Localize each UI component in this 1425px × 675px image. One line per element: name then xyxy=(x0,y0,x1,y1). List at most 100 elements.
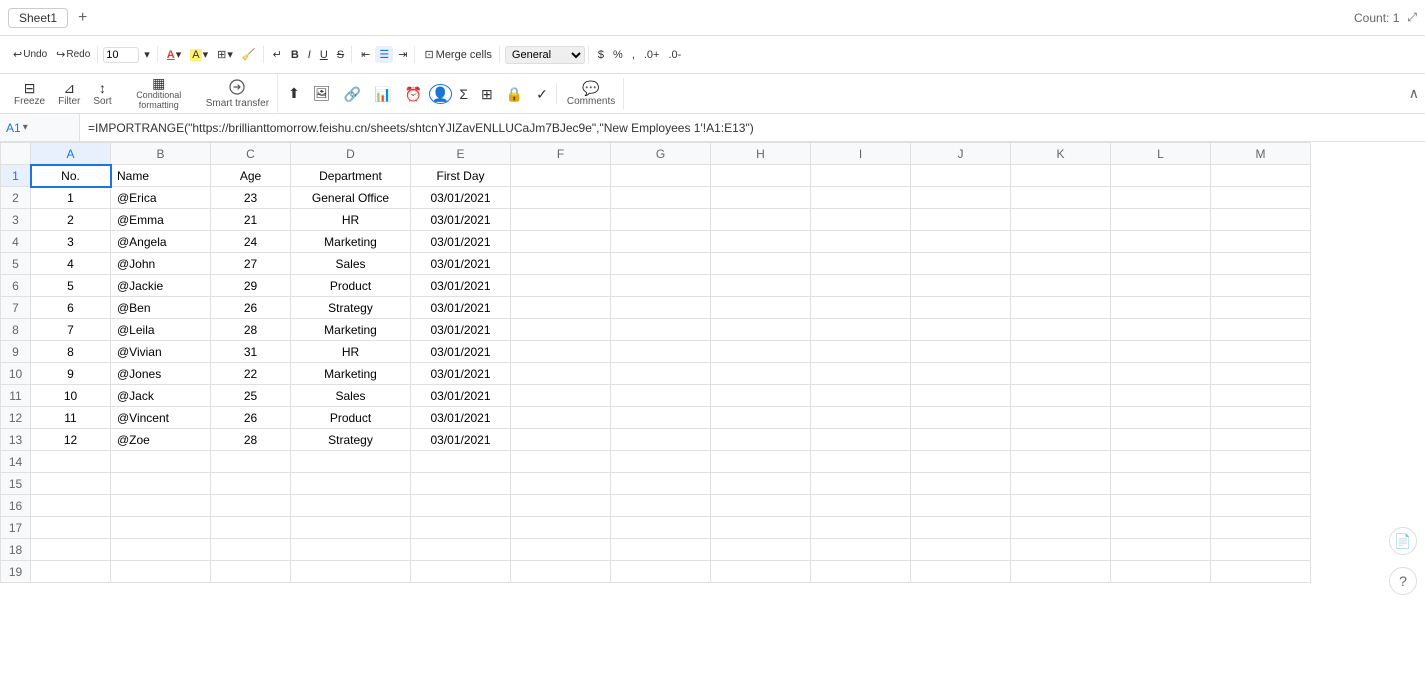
currency-button[interactable]: $ xyxy=(594,47,608,63)
cell-17-F[interactable] xyxy=(511,517,611,539)
bold-button[interactable]: B xyxy=(287,47,303,63)
cell-17-J[interactable] xyxy=(911,517,1011,539)
cell-18-D[interactable] xyxy=(291,539,411,561)
cell-19-D[interactable] xyxy=(291,561,411,583)
cell-3-A[interactable]: 2 xyxy=(31,209,111,231)
cell-15-B[interactable] xyxy=(111,473,211,495)
cell-1-B[interactable]: Name xyxy=(111,165,211,187)
cell-3-G[interactable] xyxy=(611,209,711,231)
cell-4-C[interactable]: 24 xyxy=(211,231,291,253)
cell-2-F[interactable] xyxy=(511,187,611,209)
cell-19-C[interactable] xyxy=(211,561,291,583)
cell-7-G[interactable] xyxy=(611,297,711,319)
cell-2-C[interactable]: 23 xyxy=(211,187,291,209)
cell-8-B[interactable]: @Leila xyxy=(111,319,211,341)
cell-1-A[interactable]: No. xyxy=(31,165,111,187)
col-header-E[interactable]: E xyxy=(411,143,511,165)
row-header-3[interactable]: 3 xyxy=(1,209,31,231)
cell-2-M[interactable] xyxy=(1211,187,1311,209)
cell-6-M[interactable] xyxy=(1211,275,1311,297)
cell-1-J[interactable] xyxy=(911,165,1011,187)
cell-9-M[interactable] xyxy=(1211,341,1311,363)
cell-1-I[interactable] xyxy=(811,165,911,187)
row-header-15[interactable]: 15 xyxy=(1,473,31,495)
cell-10-G[interactable] xyxy=(611,363,711,385)
col-header-L[interactable]: L xyxy=(1111,143,1211,165)
cell-13-L[interactable] xyxy=(1111,429,1211,451)
cell-7-J[interactable] xyxy=(911,297,1011,319)
formula-content[interactable]: =IMPORTRANGE("https://brillianttomorrow.… xyxy=(80,114,1425,141)
cell-6-J[interactable] xyxy=(911,275,1011,297)
col-header-H[interactable]: H xyxy=(711,143,811,165)
row-header-1[interactable]: 1 xyxy=(1,165,31,187)
cell-19-F[interactable] xyxy=(511,561,611,583)
cell-16-C[interactable] xyxy=(211,495,291,517)
cell-19-J[interactable] xyxy=(911,561,1011,583)
cell-2-L[interactable] xyxy=(1111,187,1211,209)
help-icon-button[interactable]: ? xyxy=(1389,567,1417,595)
cell-8-A[interactable]: 7 xyxy=(31,319,111,341)
cell-8-D[interactable]: Marketing xyxy=(291,319,411,341)
cell-5-A[interactable]: 4 xyxy=(31,253,111,275)
cell-6-E[interactable]: 03/01/2021 xyxy=(411,275,511,297)
font-size-input[interactable] xyxy=(103,47,139,63)
fill-color-button[interactable]: A▾ xyxy=(186,46,212,63)
align-right-button[interactable]: ⇥ xyxy=(394,46,411,63)
cell-1-K[interactable] xyxy=(1011,165,1111,187)
cell-16-I[interactable] xyxy=(811,495,911,517)
cell-14-C[interactable] xyxy=(211,451,291,473)
row-header-8[interactable]: 8 xyxy=(1,319,31,341)
row-header-7[interactable]: 7 xyxy=(1,297,31,319)
cell-8-J[interactable] xyxy=(911,319,1011,341)
font-color-button[interactable]: A▾ xyxy=(163,46,185,63)
cell-8-G[interactable] xyxy=(611,319,711,341)
cell-2-E[interactable]: 03/01/2021 xyxy=(411,187,511,209)
cell-17-L[interactable] xyxy=(1111,517,1211,539)
cell-10-D[interactable]: Marketing xyxy=(291,363,411,385)
cell-13-D[interactable]: Strategy xyxy=(291,429,411,451)
cell-10-H[interactable] xyxy=(711,363,811,385)
cell-18-I[interactable] xyxy=(811,539,911,561)
font-size-dropdown[interactable]: ▾ xyxy=(140,46,154,63)
expand-icon[interactable]: ⤢ xyxy=(1407,10,1417,25)
cell-14-I[interactable] xyxy=(811,451,911,473)
cell-6-K[interactable] xyxy=(1011,275,1111,297)
cell-5-D[interactable]: Sales xyxy=(291,253,411,275)
cell-6-A[interactable]: 5 xyxy=(31,275,111,297)
cell-8-H[interactable] xyxy=(711,319,811,341)
cell-15-E[interactable] xyxy=(411,473,511,495)
percent-button[interactable]: % xyxy=(609,47,627,63)
cell-11-K[interactable] xyxy=(1011,385,1111,407)
cell-3-F[interactable] xyxy=(511,209,611,231)
cell-8-C[interactable]: 28 xyxy=(211,319,291,341)
sort-button[interactable]: ↕ Sort xyxy=(87,78,117,110)
col-header-M[interactable]: M xyxy=(1211,143,1311,165)
cell-13-J[interactable] xyxy=(911,429,1011,451)
cell-2-J[interactable] xyxy=(911,187,1011,209)
cell-14-J[interactable] xyxy=(911,451,1011,473)
cell-9-C[interactable]: 31 xyxy=(211,341,291,363)
cell-1-C[interactable]: Age xyxy=(211,165,291,187)
row-header-11[interactable]: 11 xyxy=(1,385,31,407)
cell-11-M[interactable] xyxy=(1211,385,1311,407)
cell-14-D[interactable] xyxy=(291,451,411,473)
grid-view-button[interactable]: ⊞ xyxy=(475,84,499,104)
cell-5-H[interactable] xyxy=(711,253,811,275)
cell-1-F[interactable] xyxy=(511,165,611,187)
image-button[interactable]: 🖼 xyxy=(307,83,337,104)
col-header-I[interactable]: I xyxy=(811,143,911,165)
cell-5-K[interactable] xyxy=(1011,253,1111,275)
cell-19-H[interactable] xyxy=(711,561,811,583)
cell-17-K[interactable] xyxy=(1011,517,1111,539)
cell-17-H[interactable] xyxy=(711,517,811,539)
row-header-19[interactable]: 19 xyxy=(1,561,31,583)
cell-16-A[interactable] xyxy=(31,495,111,517)
wrap-button[interactable]: ↵ xyxy=(269,46,286,63)
cell-12-K[interactable] xyxy=(1011,407,1111,429)
cell-12-C[interactable]: 26 xyxy=(211,407,291,429)
cell-16-H[interactable] xyxy=(711,495,811,517)
cell-15-D[interactable] xyxy=(291,473,411,495)
row-header-4[interactable]: 4 xyxy=(1,231,31,253)
cell-4-J[interactable] xyxy=(911,231,1011,253)
undo-button[interactable]: ↩ Undo xyxy=(9,46,51,63)
